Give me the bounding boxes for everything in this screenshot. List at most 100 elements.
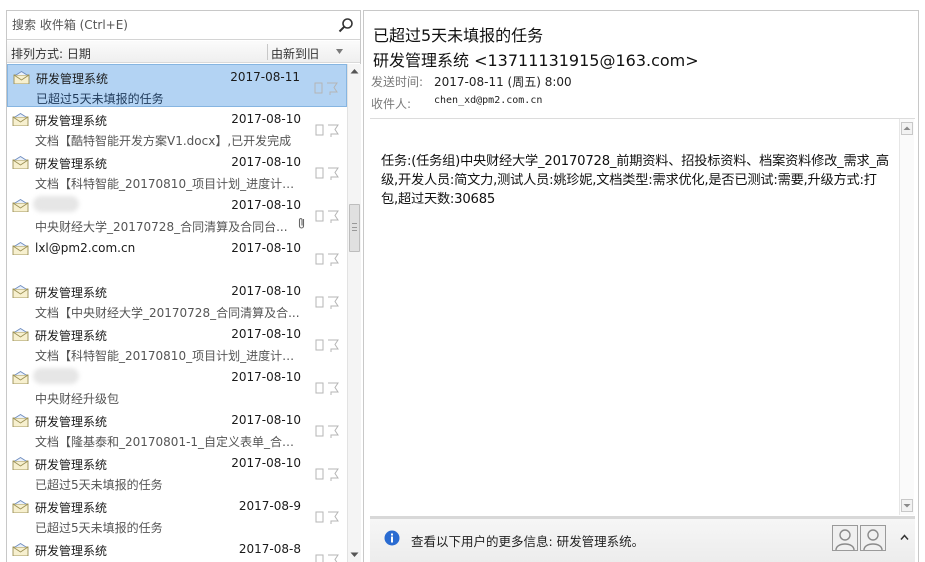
row-flag-icons[interactable] — [315, 510, 339, 524]
message-date: 2017-08-10 — [231, 456, 301, 470]
people-pane: 查看以下用户的更多信息: 研发管理系统。 — [370, 516, 915, 562]
message-sender: 研发管理系统 — [35, 329, 108, 343]
envelope-icon — [13, 70, 30, 84]
redacted-sender — [33, 368, 79, 384]
envelope-icon — [12, 198, 29, 212]
envelope-icon — [12, 542, 29, 556]
message-date: 2017-08-10 — [231, 413, 301, 427]
paperclip-icon — [298, 218, 305, 229]
scroll-up-icon[interactable] — [349, 66, 360, 77]
envelope-icon — [12, 499, 29, 513]
row-flag-icons[interactable] — [315, 424, 339, 438]
redacted-sender — [33, 196, 79, 212]
envelope-icon — [12, 284, 29, 298]
message-sender: 研发管理系统 — [35, 114, 108, 128]
mail-body-area: 任务:(任务组)中央财经大学_20170728_前期资料、招投标资料、档案资料修… — [370, 119, 900, 515]
recipient-value[interactable]: chen_xd@pm2.com.cn — [434, 95, 542, 106]
envelope-icon — [12, 413, 29, 427]
people-pane-text: 查看以下用户的更多信息: 研发管理系统。 — [411, 534, 645, 549]
row-flag-icons[interactable] — [314, 81, 338, 95]
message-list-scrollbar[interactable] — [347, 64, 361, 562]
sort-divider — [267, 44, 268, 60]
message-subject: 文档【隆基泰和_20170801-1_自定义表单_合同... — [35, 435, 305, 449]
message-date: 2017-08-10 — [231, 198, 301, 212]
envelope-icon — [12, 456, 29, 470]
message-subject: 已超过5天未填报的任务 — [35, 478, 163, 492]
reading-pane: 已超过5天未填报的任务 研发管理系统 <13711131915@163.com>… — [363, 10, 919, 562]
message-sender: 研发管理系统 — [35, 544, 108, 558]
message-row[interactable]: 2017-08-10 中央财经升级包 — [7, 365, 347, 408]
row-flag-icons[interactable] — [315, 553, 339, 562]
message-sender: 研发管理系统 — [35, 458, 108, 472]
sort-by-date-button[interactable]: 排列方式: 日期 — [11, 45, 91, 62]
sort-dropdown-icon[interactable] — [335, 47, 344, 56]
message-row[interactable]: 研发管理系统 2017-08-11 已超过5天未填报的任务 — [7, 64, 347, 107]
message-subject: 中央财经升级包 — [35, 392, 120, 406]
message-subject: 已超过5天未填报的任务 — [35, 521, 163, 535]
contact-photo[interactable] — [832, 525, 858, 551]
row-flag-icons[interactable] — [315, 209, 339, 223]
message-subject: 已超过5天未填报的任务 — [36, 92, 164, 106]
info-icon — [384, 530, 400, 546]
message-row[interactable]: 研发管理系统 2017-08-8 — [7, 537, 347, 562]
envelope-icon — [12, 370, 29, 384]
search-input[interactable] — [7, 11, 337, 39]
message-date: 2017-08-10 — [231, 112, 301, 126]
mail-subject: 已超过5天未填报的任务 — [373, 26, 544, 45]
reading-pane-scrollbar[interactable] — [899, 119, 914, 515]
envelope-icon — [12, 155, 29, 169]
search-box — [7, 11, 360, 40]
message-row[interactable]: 研发管理系统 2017-08-10 文档【科特智能_20170810_项目计划_进度… — [7, 150, 347, 193]
message-date: 2017-08-10 — [231, 327, 301, 341]
message-row[interactable]: 2017-08-10 中央财经大学_20170728_合同清算及合同台... — [7, 193, 347, 236]
message-row[interactable]: 研发管理系统 2017-08-10 已超过5天未填报的任务 — [7, 451, 347, 494]
mail-sender[interactable]: 研发管理系统 <13711131915@163.com> — [373, 47, 699, 71]
search-icon[interactable] — [338, 17, 354, 33]
message-subject: 文档【科特智能_20170810_项目计划_进度计划... — [35, 177, 305, 191]
message-date: 2017-08-10 — [231, 284, 301, 298]
recipient-label: 收件人: — [371, 97, 412, 111]
message-subject: 文档【科特智能_20170810_项目计划_进度计划... — [35, 349, 305, 363]
row-flag-icons[interactable] — [315, 467, 339, 481]
message-subject: 文档【酷特智能开发方案V1.docx】,已开发完成 — [35, 134, 292, 148]
message-row[interactable]: 研发管理系统 2017-08-10 文档【隆基泰和_20170801-1_自定义表单… — [7, 408, 347, 451]
scroll-up-icon — [903, 126, 911, 130]
row-flag-icons[interactable] — [315, 166, 339, 180]
contact-photo-secondary[interactable] — [860, 525, 886, 551]
message-date: 2017-08-10 — [231, 370, 301, 384]
message-date: 2017-08-10 — [231, 241, 301, 255]
message-subject: 文档【中央财经大学_20170728_合同清算及合... — [35, 306, 300, 320]
sort-bar: 排列方式: 日期 由新到旧 — [7, 41, 360, 63]
sent-time-value: 2017-08-11 (周五) 8:00 — [434, 75, 572, 89]
scroll-down-button[interactable] — [901, 499, 913, 512]
row-flag-icons[interactable] — [315, 123, 339, 137]
message-list: 研发管理系统 2017-08-11 已超过5天未填报的任务 研发管理系统 2017-08… — [7, 64, 347, 562]
message-sender: 研发管理系统 — [35, 157, 108, 171]
person-icon — [835, 529, 855, 551]
scroll-thumb[interactable] — [349, 204, 360, 252]
scroll-down-icon[interactable] — [349, 549, 360, 560]
message-row[interactable]: 研发管理系统 2017-08-9 已超过5天未填报的任务 — [7, 494, 347, 537]
message-date: 2017-08-8 — [238, 542, 301, 556]
message-date: 2017-08-10 — [231, 155, 301, 169]
row-flag-icons[interactable] — [315, 381, 339, 395]
row-flag-icons[interactable] — [315, 252, 339, 266]
message-row[interactable]: lxl@pm2.com.cn 2017-08-10 — [7, 236, 347, 279]
message-date: 2017-08-11 — [230, 70, 300, 84]
message-sender: 研发管理系统 — [35, 501, 108, 515]
message-row[interactable]: 研发管理系统 2017-08-10 文档【酷特智能开发方案V1.docx】,已开发完… — [7, 107, 347, 150]
chevron-up-icon[interactable] — [900, 533, 909, 542]
message-sender: 研发管理系统 — [35, 286, 108, 300]
message-row[interactable]: 研发管理系统 2017-08-10 文档【中央财经大学_20170728_合同清算及… — [7, 279, 347, 322]
row-flag-icons[interactable] — [315, 338, 339, 352]
scroll-grip-icon — [352, 223, 357, 231]
mail-body-text: 任务:(任务组)中央财经大学_20170728_前期资料、招投标资料、档案资料修… — [381, 154, 889, 207]
message-subject: 中央财经大学_20170728_合同清算及合同台... — [35, 220, 288, 234]
message-row[interactable]: 研发管理系统 2017-08-10 文档【科特智能_20170810_项目计划_进度… — [7, 322, 347, 365]
message-list-pane: 排列方式: 日期 由新到旧 研发管理系统 2017-08-11 已超过5天未填报的任… — [6, 10, 361, 562]
scroll-up-button[interactable] — [901, 122, 913, 135]
message-sender: lxl@pm2.com.cn — [35, 241, 136, 255]
row-flag-icons[interactable] — [315, 295, 339, 309]
person-icon — [863, 529, 883, 551]
sort-order-button[interactable]: 由新到旧 — [271, 45, 319, 62]
